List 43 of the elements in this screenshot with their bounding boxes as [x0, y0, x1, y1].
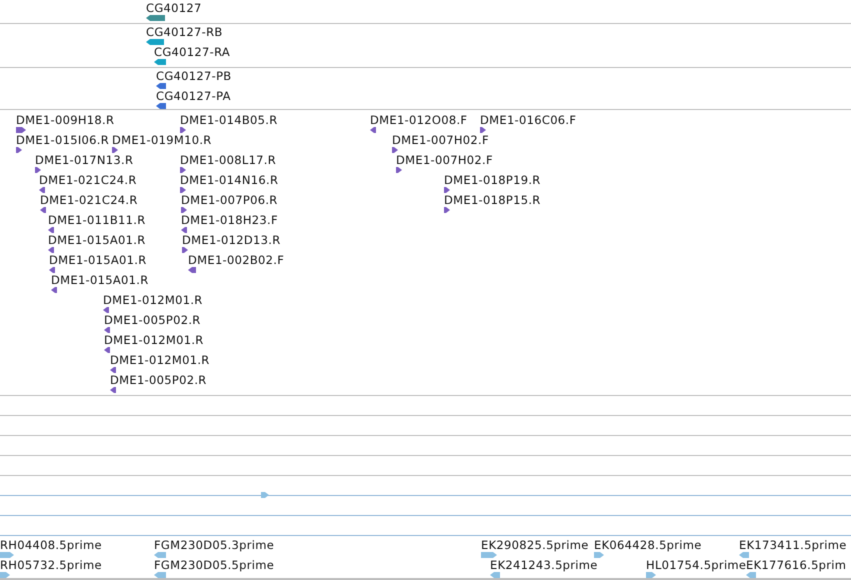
feature-label[interactable]: CG40127-RA [154, 45, 230, 59]
feature-label[interactable]: RH05732.5prime [0, 558, 102, 572]
feature-label[interactable]: DME1-008L17.R [180, 153, 276, 167]
feature-label[interactable]: EK173411.5prime [739, 538, 847, 552]
feature-label[interactable]: DME1-012M01.R [110, 353, 210, 367]
feature-label[interactable]: DME1-014B05.R [180, 113, 278, 127]
feature-label[interactable]: RH04408.5prime [0, 538, 102, 552]
feature-label[interactable]: DME1-012M01.R [103, 293, 203, 307]
feature-label[interactable]: DME1-019M10.R [112, 133, 212, 147]
feature-label[interactable]: CG40127-RB [146, 25, 223, 39]
feature-label[interactable]: DME1-018P15.R [444, 193, 541, 207]
feature-label[interactable]: DME1-017N13.R [35, 153, 134, 167]
feature-label[interactable]: DME1-007H02.F [396, 153, 493, 167]
feature-label[interactable]: EK177616.5prim [746, 558, 846, 572]
feature-label[interactable]: DME1-015A01.R [51, 273, 149, 287]
feature-label[interactable]: EK064428.5prime [594, 538, 702, 552]
feature-label[interactable]: EK241243.5prime [490, 558, 598, 572]
feature-label[interactable]: DME1-002B02.F [188, 253, 284, 267]
feature-label[interactable]: DME1-016C06.F [480, 113, 576, 127]
feature-label[interactable]: DME1-012M01.R [104, 333, 204, 347]
feature-label[interactable]: DME1-007H02.F [392, 133, 489, 147]
feature-label[interactable]: DME1-012D13.R [182, 233, 280, 247]
feature-label[interactable]: DME1-007P06.R [181, 193, 278, 207]
feature-label[interactable]: CG40127-PB [156, 69, 232, 83]
feature-label[interactable]: DME1-015I06.R [16, 133, 110, 147]
feature-label[interactable]: DME1-015A01.R [49, 253, 147, 267]
feature-label[interactable]: CG40127-PA [156, 89, 231, 103]
feature-label[interactable]: CG40127 [146, 1, 202, 15]
feature-label[interactable]: FGM230D05.3prime [154, 538, 274, 552]
feature-label[interactable]: DME1-021C24.R [39, 173, 137, 187]
feature-label[interactable]: FGM230D05.5prime [154, 558, 274, 572]
feature-label[interactable]: DME1-005P02.R [110, 373, 207, 387]
feature-label[interactable]: DME1-011B11.R [48, 213, 146, 227]
feature-label[interactable]: DME1-009H18.R [16, 113, 114, 127]
feature-label[interactable]: DME1-015A01.R [48, 233, 146, 247]
feature-label[interactable]: DME1-014N16.R [180, 173, 278, 187]
feature-label[interactable]: HL01754.5prime [646, 558, 746, 572]
feature-label[interactable]: EK290825.5prime [481, 538, 589, 552]
feature-label[interactable]: DME1-021C24.R [40, 193, 138, 207]
feature-label[interactable]: DME1-005P02.R [104, 313, 201, 327]
feature-label[interactable]: DME1-018H23.F [181, 213, 278, 227]
feature-label[interactable]: DME1-018P19.R [444, 173, 541, 187]
feature-label[interactable]: DME1-012O08.F [370, 113, 468, 127]
